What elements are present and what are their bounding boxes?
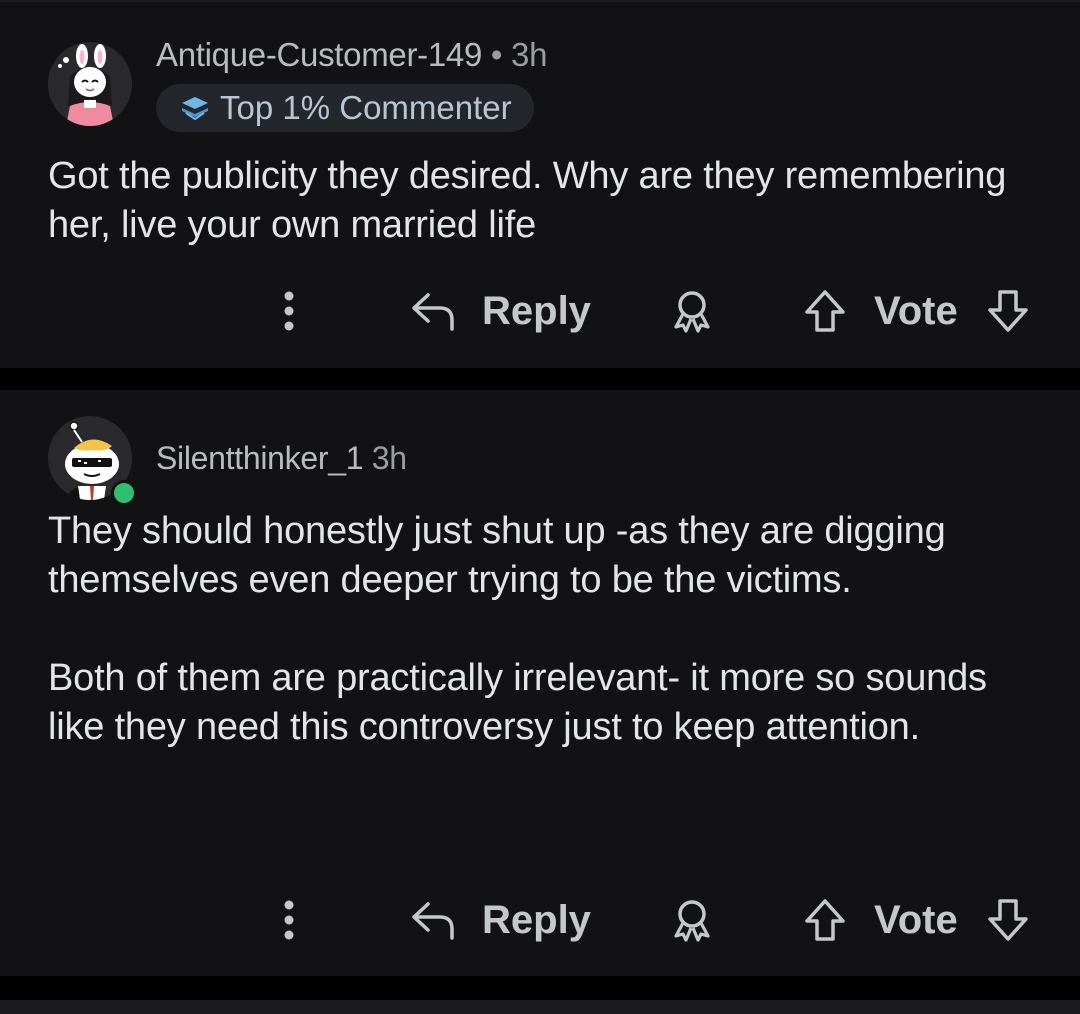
reply-label: Reply [482,897,591,942]
comment-meta: Antique-Customer-149 • 3h [156,36,547,74]
downvote-arrow-icon [988,899,1028,941]
kebab-icon [284,291,294,331]
next-comment-edge [0,1000,1080,1014]
online-status-indicator [111,480,137,506]
vote-label: Vote [874,288,958,333]
timestamp: 3h [371,440,407,476]
upvote-arrow-icon [805,290,845,332]
reply-button[interactable]: Reply [410,890,591,950]
award-icon [674,291,710,333]
comment-meta: Silentthinker_1 3h [156,440,407,477]
comment-card: Silentthinker_1 3h They should honestly … [0,390,1080,976]
top-commenter-badge[interactable]: Top 1% Commenter [156,84,534,132]
more-options-button[interactable] [274,890,304,950]
upvote-button[interactable]: Vote [802,281,958,341]
reply-label: Reply [482,288,591,333]
more-options-button[interactable] [274,281,304,341]
award-button[interactable] [668,890,716,950]
avatar-image [48,42,132,126]
badge-label: Top 1% Commenter [220,89,512,126]
comment-body: Got the publicity they desired. Why are … [48,152,1008,250]
vote-label: Vote [874,897,958,942]
username[interactable]: Antique-Customer-149 [156,36,482,73]
comment-paragraph: They should honestly just shut up -as th… [48,510,946,601]
meta-separator: • [490,36,503,73]
reply-arrow-icon [412,293,454,331]
timestamp: 3h [511,36,548,73]
award-button[interactable] [668,281,716,341]
top-commenter-icon [182,97,208,121]
username[interactable]: Silentthinker_1 [156,440,364,476]
kebab-icon [284,900,294,940]
downvote-button[interactable] [985,281,1031,341]
award-icon [674,900,710,942]
reply-arrow-icon [412,902,454,940]
upvote-arrow-icon [805,899,845,941]
comment-paragraph: Both of them are practically irrelevant-… [48,657,987,748]
comment-card: Antique-Customer-149 • 3h Top 1% Comment… [0,0,1080,368]
comment-paragraph: Got the publicity they desired. Why are … [48,155,1007,246]
upvote-button[interactable]: Vote [802,890,958,950]
comment-actions: Reply Vote [0,890,1080,950]
downvote-arrow-icon [988,290,1028,332]
comment-actions: Reply Vote [0,281,1080,341]
downvote-button[interactable] [985,890,1031,950]
avatar[interactable] [48,42,132,126]
reply-button[interactable]: Reply [410,281,591,341]
comment-body: They should honestly just shut up -as th… [48,507,1008,752]
